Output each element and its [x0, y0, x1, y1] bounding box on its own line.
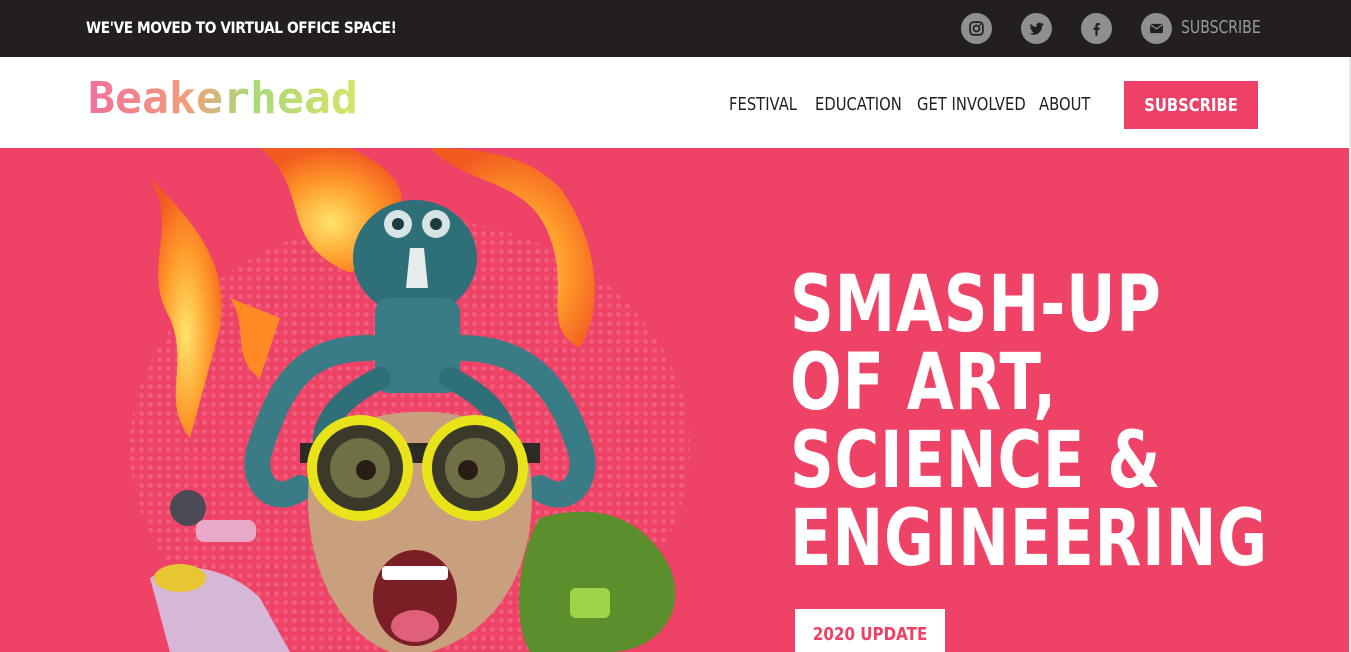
svg-text:Beakerhead: Beakerhead [88, 79, 358, 119]
hero-banner: SMASH-UP OF ART, SCIENCE & ENGINEERING 2… [0, 148, 1349, 652]
nav-education[interactable]: EDUCATION [815, 94, 902, 115]
top-subscribe-link[interactable]: SUBSCRIBE [1181, 17, 1261, 38]
update-button-label: 2020 UPDATE [812, 623, 928, 645]
hero-headline: SMASH-UP OF ART, SCIENCE & ENGINEERING [790, 266, 1310, 578]
top-bar: WE'VE MOVED TO VIRTUAL OFFICE SPACE! SUB… [0, 0, 1351, 57]
mail-icon[interactable] [1141, 13, 1172, 44]
twitter-icon[interactable] [1021, 13, 1052, 44]
beakerhead-logo[interactable]: Beakerhead [88, 73, 360, 124]
hero-collage-image [130, 148, 690, 652]
site-header: Beakerhead FESTIVAL EDUCATION GET INVOLV… [0, 57, 1351, 148]
announcement-text: WE'VE MOVED TO VIRTUAL OFFICE SPACE! [86, 18, 397, 37]
headline-line: SCIENCE & [790, 416, 1162, 506]
headline-line: SMASH-UP [790, 260, 1162, 350]
headline-line: OF ART, [790, 338, 1058, 428]
nav-get-involved[interactable]: GET INVOLVED [917, 94, 1026, 115]
headline-line: ENGINEERING [790, 494, 1269, 584]
2020-update-button[interactable]: 2020 UPDATE [795, 609, 945, 652]
instagram-icon[interactable] [961, 13, 992, 44]
subscribe-button[interactable]: SUBSCRIBE [1124, 81, 1258, 129]
facebook-icon[interactable] [1081, 13, 1112, 44]
nav-festival[interactable]: FESTIVAL [729, 94, 797, 115]
subscribe-button-label: SUBSCRIBE [1144, 94, 1238, 116]
nav-about[interactable]: ABOUT [1039, 94, 1090, 115]
